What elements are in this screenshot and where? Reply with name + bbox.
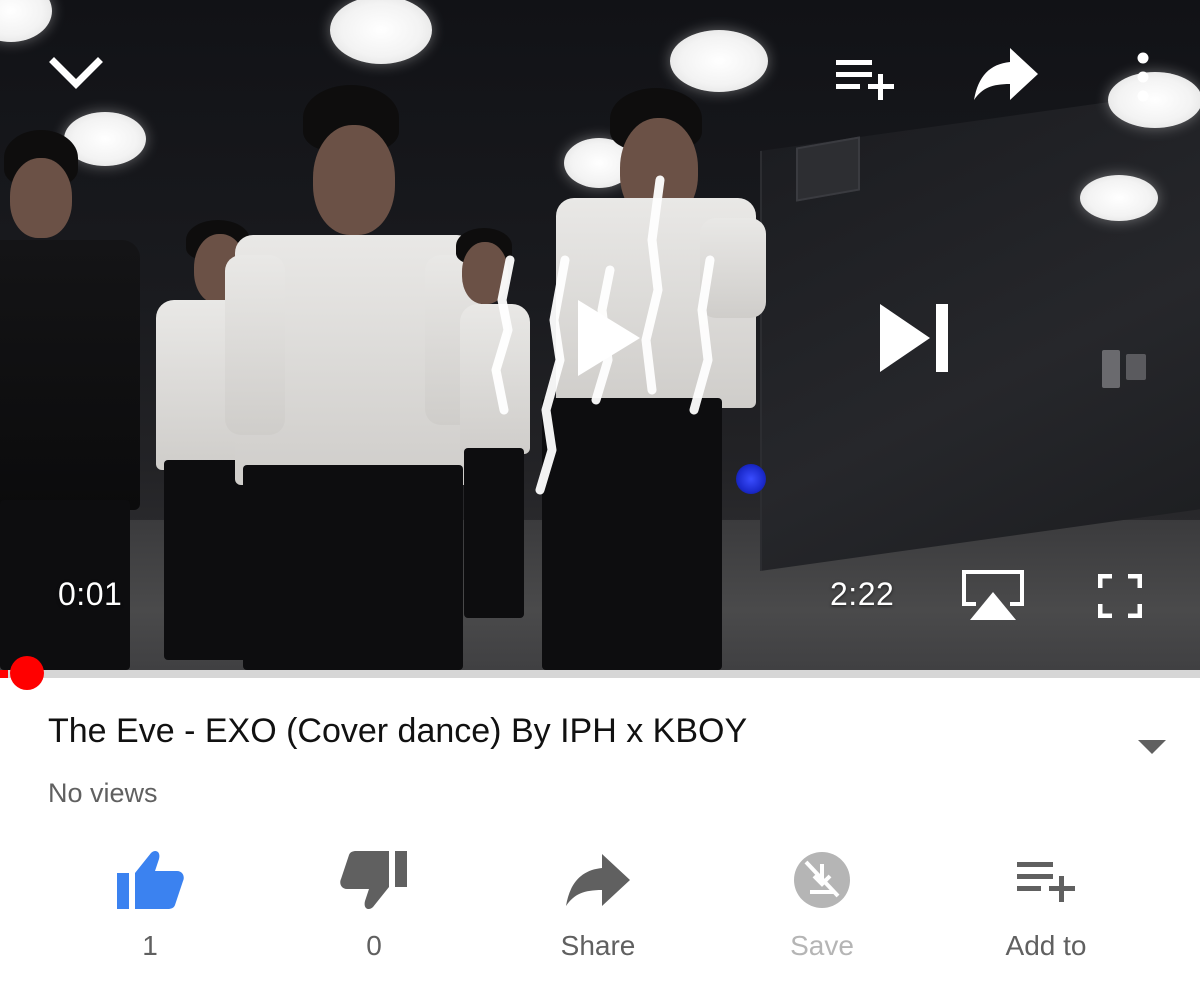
share-video-button[interactable]: Share	[498, 840, 698, 980]
scrubber-handle[interactable]	[10, 656, 44, 690]
add-to-queue-button[interactable]	[834, 56, 896, 100]
ceiling-light	[1080, 175, 1158, 221]
progress-bar[interactable]	[0, 670, 1200, 678]
wall-socket	[1102, 350, 1120, 388]
save-offline-button[interactable]: Save	[722, 840, 922, 980]
more-options-button[interactable]	[1134, 52, 1152, 102]
airplay-icon	[962, 570, 1024, 620]
chevron-down-icon	[49, 57, 103, 89]
airplay-button[interactable]	[960, 568, 1026, 622]
chevron-down-icon	[1138, 740, 1166, 754]
share-icon	[974, 48, 1038, 100]
action-bar: 1 0 Share Save Add to	[0, 840, 1200, 980]
video-duration: 2:22	[830, 576, 895, 612]
skip-next-icon	[880, 304, 948, 372]
playlist-add-icon	[1017, 862, 1075, 902]
more-vertical-icon	[1137, 52, 1149, 102]
video-player[interactable]: 0:01 2:22	[0, 0, 1200, 670]
wall-socket	[1126, 354, 1146, 380]
save-label: Save	[790, 930, 854, 961]
ceiling-light	[330, 0, 432, 64]
collapse-button[interactable]	[48, 52, 104, 92]
share-button[interactable]	[972, 46, 1040, 102]
fullscreen-icon	[1098, 574, 1142, 618]
video-title: The Eve - EXO (Cover dance) By IPH x KBO…	[48, 712, 748, 750]
ceiling-light	[1108, 72, 1200, 128]
next-video-button[interactable]	[878, 302, 950, 374]
share-label: Share	[560, 930, 636, 961]
current-time: 0:01	[58, 576, 123, 612]
thumbs-down-icon	[340, 851, 407, 909]
dislike-count: 0	[366, 930, 382, 961]
thumbs-up-icon	[117, 851, 184, 909]
add-to-label: Add to	[1005, 930, 1087, 961]
like-count: 1	[142, 930, 158, 961]
like-button[interactable]: 1	[50, 840, 250, 980]
play-icon	[578, 300, 640, 376]
playlist-add-icon	[836, 60, 894, 100]
progress-fill	[0, 670, 9, 678]
add-to-playlist-button[interactable]: Add to	[946, 840, 1146, 980]
expand-description-button[interactable]	[1136, 738, 1168, 761]
share-icon	[566, 854, 630, 906]
fullscreen-button[interactable]	[1098, 574, 1142, 618]
view-count: No views	[48, 778, 158, 808]
save-offline-icon	[794, 852, 850, 908]
play-button[interactable]	[574, 298, 642, 378]
ceiling-light	[0, 0, 52, 42]
wall-speaker	[796, 136, 860, 202]
ceiling-light	[670, 30, 768, 92]
dislike-button[interactable]: 0	[274, 840, 474, 980]
